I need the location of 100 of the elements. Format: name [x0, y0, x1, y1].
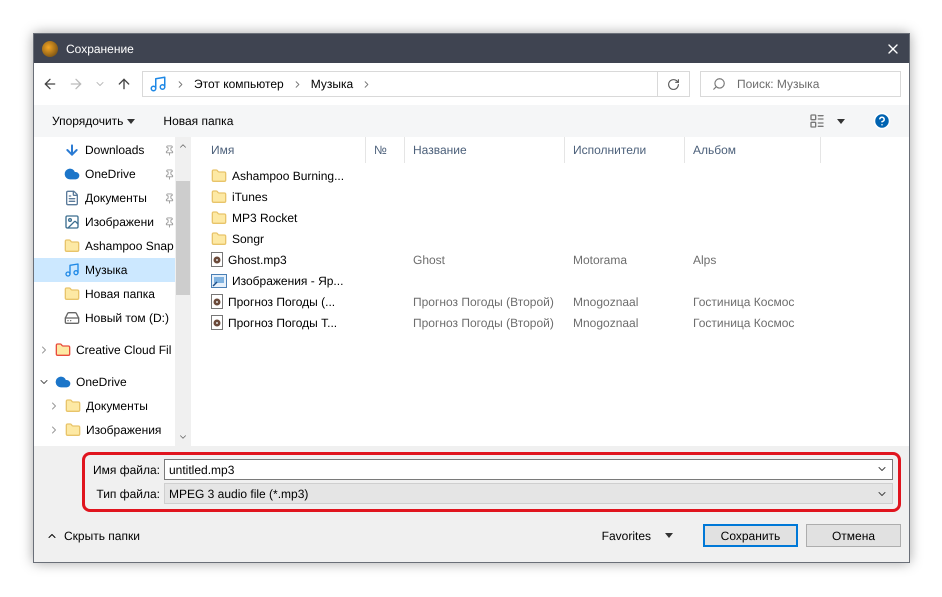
hide-folders-button[interactable]: Скрыть папки	[46, 528, 140, 542]
document-icon	[64, 190, 80, 206]
app-icon	[42, 40, 58, 56]
tree-item[interactable]: Изображения	[34, 418, 175, 442]
file-name-text: Прогноз Погоды (...	[228, 294, 336, 308]
folder-icon	[64, 286, 80, 302]
sidebar-item[interactable]: Ashampoo Snap	[34, 234, 175, 258]
breadcrumb[interactable]: Этот компьютер	[194, 77, 284, 91]
save-button[interactable]: Сохранить	[703, 524, 798, 547]
table-cell-text: Alps	[692, 252, 718, 268]
folder-icon	[211, 188, 227, 204]
file-name-label: Имя файла:	[92, 462, 160, 476]
refresh-button[interactable]	[658, 71, 690, 97]
sidebar-label: Ashampoo Snap	[85, 239, 175, 253]
sidebar-item[interactable]: Музыка	[34, 258, 175, 282]
drive-icon	[64, 310, 80, 326]
folder-icon	[211, 168, 227, 184]
sidebar-label: Документы	[85, 191, 148, 205]
file-name[interactable]: Прогноз Погоды (...	[203, 291, 366, 312]
folder-icon	[55, 342, 71, 358]
sidebar-item[interactable]: Документы	[34, 186, 175, 210]
download-icon	[64, 142, 80, 158]
sidebar-item[interactable]: Downloads	[34, 138, 175, 162]
cancel-button[interactable]: Отмена	[806, 524, 901, 547]
tree-item[interactable]: Creative Cloud Fil	[34, 338, 175, 362]
file-name[interactable]: MP3 Rocket	[203, 207, 366, 228]
tree-label: Creative Cloud Fil	[76, 343, 172, 357]
search-icon	[712, 77, 726, 91]
sidebar-label: OneDrive	[85, 167, 137, 181]
file-name-text: Ashampoo Burning...	[232, 168, 344, 182]
sidebar-label: Музыка	[85, 263, 128, 277]
sidebar-item[interactable]: Новая папка	[34, 282, 175, 306]
file-type-label: Тип файла:	[95, 486, 160, 500]
table-cell-text: Гостиница Космос	[692, 294, 796, 310]
dropdown-arrow-icon	[127, 118, 136, 124]
column-header[interactable]: Название	[405, 137, 565, 163]
up-button[interactable]	[116, 76, 132, 92]
shortcut-icon	[211, 274, 227, 288]
scrollbar[interactable]	[175, 137, 191, 446]
window-title: Сохранение	[66, 42, 135, 56]
file-type-dropdown[interactable]: MPEG 3 audio file (*.mp3)	[164, 483, 893, 504]
file-name-text: Songr	[232, 232, 264, 246]
file-name-field[interactable]: untitled.mp3	[164, 459, 893, 480]
tree-item[interactable]: OneDrive	[34, 370, 175, 394]
folder-icon	[65, 398, 81, 414]
sidebar-label: Новая папка	[85, 287, 156, 301]
back-button[interactable]	[42, 76, 58, 92]
folder-icon	[211, 210, 227, 226]
view-options-button[interactable]	[809, 113, 845, 129]
cloud-icon	[64, 166, 80, 182]
tree-label: OneDrive	[76, 375, 127, 389]
audio-file-icon	[211, 294, 223, 309]
file-name-text: Ghost.mp3	[228, 252, 287, 266]
search-field[interactable]: Поиск: Музыка	[700, 71, 901, 97]
breadcrumb[interactable]: Музыка	[310, 77, 354, 91]
file-name[interactable]: Изображения - Яр...	[203, 270, 366, 291]
tree-item[interactable]: Документы	[34, 394, 175, 418]
organize-menu[interactable]: Упорядочить	[52, 114, 136, 128]
cloud-icon	[55, 374, 71, 390]
column-header[interactable]: №	[366, 137, 405, 163]
sidebar-item[interactable]: Новый том (D:)	[34, 306, 175, 330]
music-note-icon	[149, 75, 167, 93]
table-cell-text: Гостиница Космос	[692, 314, 796, 332]
list-view-icon	[809, 113, 825, 129]
image-icon	[64, 214, 80, 230]
table-cell-text: Motorama	[572, 252, 628, 268]
audio-file-icon	[211, 252, 223, 267]
sidebar-label: Изображени	[85, 215, 155, 229]
file-name-text: MP3 Rocket	[232, 210, 298, 224]
column-header[interactable]: Имя	[203, 137, 366, 163]
column-header[interactable]: Исполнители	[565, 137, 685, 163]
folder-icon	[211, 230, 227, 246]
file-name[interactable]: iTunes	[203, 186, 366, 207]
sidebar-label: Downloads	[85, 143, 146, 157]
file-name[interactable]: Прогноз Погоды Т...	[203, 312, 366, 333]
table-cell-text: Прогноз Погоды (Второй)	[412, 314, 555, 332]
address-bar[interactable]: Этот компьютер Музыка	[142, 71, 658, 97]
file-name-text: Прогноз Погоды Т...	[228, 316, 338, 330]
folder-icon	[65, 422, 81, 438]
file-name-text: iTunes	[232, 190, 268, 204]
audio-file-icon	[211, 315, 223, 330]
help-icon[interactable]	[873, 112, 891, 130]
refresh-icon	[667, 78, 680, 90]
sidebar-item[interactable]: OneDrive	[34, 162, 175, 186]
new-folder-button[interactable]: Новая папка	[163, 114, 234, 128]
tree-label: Изображения	[86, 423, 162, 437]
table-cell-text: Ghost	[412, 252, 446, 268]
music-note-icon	[64, 262, 80, 278]
table-cell-text: Mnogoznaal	[572, 314, 640, 332]
sidebar-item[interactable]: Изображени	[34, 210, 175, 234]
table-cell-text: Прогноз Погоды (Второй)	[412, 294, 555, 310]
file-name-text: Изображения - Яр...	[232, 274, 344, 288]
dropdown-arrow-icon	[665, 533, 673, 538]
column-header[interactable]: Альбом	[685, 137, 821, 163]
dropdown-arrow-icon	[837, 118, 845, 124]
table-cell-text: Mnogoznaal	[572, 294, 640, 310]
file-name[interactable]: Ghost.mp3	[203, 249, 366, 270]
favorites-button[interactable]: Favorites	[596, 528, 679, 544]
file-name[interactable]: Songr	[203, 228, 366, 249]
file-name[interactable]: Ashampoo Burning...	[203, 165, 366, 186]
